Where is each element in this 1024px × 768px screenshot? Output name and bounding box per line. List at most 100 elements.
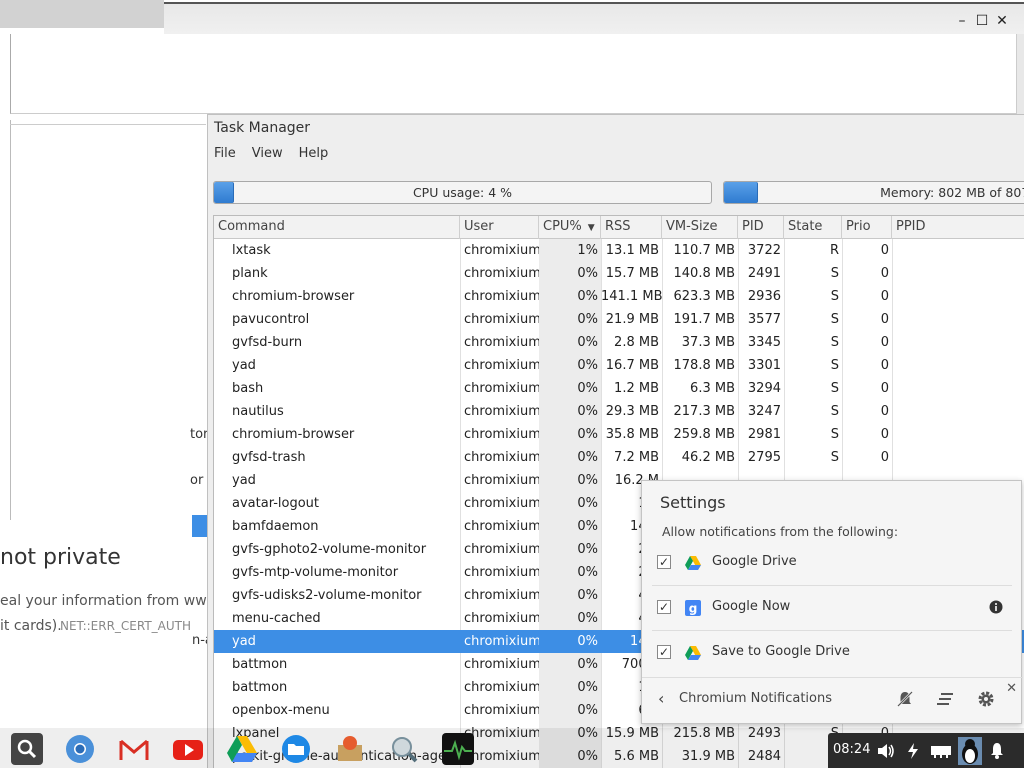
info-icon[interactable] bbox=[989, 600, 1003, 614]
minimize-icon[interactable]: – bbox=[953, 12, 971, 30]
background-window-content bbox=[10, 34, 1024, 114]
cell-user: chromixium bbox=[464, 657, 539, 672]
clear-all-icon[interactable] bbox=[936, 691, 954, 707]
search-tool-app-button[interactable] bbox=[388, 733, 420, 765]
package-manager-app-button[interactable] bbox=[334, 733, 366, 765]
notification-footer: ‹ Chromium Notifications bbox=[642, 677, 1021, 723]
background-window-titlebar[interactable]: – ☐ ✕ bbox=[164, 2, 1024, 34]
cell-cpu: 0% bbox=[577, 335, 598, 350]
menu-help[interactable]: Help bbox=[299, 146, 329, 161]
cell-command: yad bbox=[232, 634, 256, 649]
cell-cpu: 0% bbox=[577, 312, 598, 327]
cell-command: gvfs-mtp-volume-monitor bbox=[232, 565, 399, 580]
cell-cpu: 0% bbox=[577, 519, 598, 534]
cell-user: chromixium bbox=[464, 450, 539, 465]
search-icon bbox=[17, 739, 37, 759]
table-row[interactable]: chromium-browser chromixium 0% 35.8 MB 259.8… bbox=[214, 423, 1024, 446]
cell-cpu: 0% bbox=[577, 404, 598, 419]
item-label: Google Drive bbox=[712, 554, 797, 569]
cell-rss: 16.7 MB bbox=[605, 358, 659, 373]
notification-item-save-to-drive[interactable]: ✓ Save to Google Drive bbox=[652, 632, 1012, 676]
maximize-icon[interactable]: ☐ bbox=[973, 12, 991, 30]
cell-vm-size: 178.8 MB bbox=[673, 358, 735, 373]
column-pid[interactable]: PID bbox=[738, 216, 784, 239]
cell-cpu: 0% bbox=[577, 588, 598, 603]
power-plug-icon[interactable] bbox=[906, 742, 920, 760]
table-row[interactable]: plank chromixium 0% 15.7 MB 140.8 MB 2491 S 0 bbox=[214, 262, 1024, 285]
cell-user: chromixium bbox=[464, 496, 539, 511]
gmail-app-button[interactable] bbox=[118, 733, 150, 765]
chromium-app-button[interactable] bbox=[64, 733, 96, 765]
cell-rss: 1.2 MB bbox=[614, 381, 659, 396]
cell-cpu: 0% bbox=[577, 657, 598, 672]
column-cpu[interactable]: CPU% ▼ bbox=[539, 216, 601, 239]
table-row[interactable]: chromium-browser chromixium 0% 141.1 MB 623.… bbox=[214, 285, 1024, 308]
table-row[interactable]: nautilus chromixium 0% 29.3 MB 217.3 MB 3247 S… bbox=[214, 400, 1024, 423]
cell-vm-size: 6.3 MB bbox=[690, 381, 735, 396]
notification-item-google-drive[interactable]: ✓ Google Drive bbox=[652, 542, 1012, 586]
column-command[interactable]: Command bbox=[214, 216, 460, 239]
error-text: it cards). bbox=[0, 618, 62, 634]
cell-state: S bbox=[830, 358, 839, 373]
back-chevron-icon[interactable]: ‹ bbox=[658, 689, 664, 708]
cell-user: chromixium bbox=[464, 473, 539, 488]
table-row[interactable]: yad chromixium 0% 16.7 MB 178.8 MB 3301 S 0 bbox=[214, 354, 1024, 377]
column-prio[interactable]: Prio bbox=[842, 216, 892, 239]
background-window-scrollbar[interactable] bbox=[1016, 34, 1024, 114]
cell-pid: 3247 bbox=[747, 404, 781, 419]
launcher-search-button[interactable] bbox=[11, 733, 43, 765]
table-row[interactable]: lxtask chromixium 1% 13.1 MB 110.7 MB 3722 R 0 bbox=[214, 239, 1024, 262]
cell-cpu: 0% bbox=[577, 427, 598, 442]
column-user[interactable]: User bbox=[460, 216, 539, 239]
cell-cpu: 0% bbox=[577, 473, 598, 488]
table-row[interactable]: gvfsd-burn chromixium 0% 2.8 MB 37.3 MB 3345 S… bbox=[214, 331, 1024, 354]
status-tray[interactable]: 08:24 bbox=[828, 733, 1024, 768]
table-row[interactable]: bash chromixium 0% 1.2 MB 6.3 MB 3294 S 0 bbox=[214, 377, 1024, 400]
table-row[interactable]: pavucontrol chromixium 0% 21.9 MB 191.7 MB 35… bbox=[214, 308, 1024, 331]
cell-command: yad bbox=[232, 358, 256, 373]
gear-icon[interactable] bbox=[976, 689, 996, 709]
menu-file[interactable]: File bbox=[214, 146, 236, 161]
activity-monitor-icon bbox=[444, 739, 472, 761]
google-drive-app-button[interactable] bbox=[226, 733, 258, 765]
cell-state: S bbox=[830, 450, 839, 465]
error-code: NET::ERR_CERT_AUTH bbox=[60, 619, 192, 633]
ssl-error-page: not private eal your information from ww… bbox=[0, 537, 207, 727]
notification-settings-popup[interactable]: Settings Allow notifications from the fo… bbox=[641, 480, 1023, 724]
files-app-button[interactable] bbox=[280, 733, 312, 765]
cell-state: S bbox=[830, 381, 839, 396]
column-rss[interactable]: RSS bbox=[601, 216, 662, 239]
cell-prio: 0 bbox=[880, 335, 889, 350]
task-manager-app-button[interactable] bbox=[442, 733, 474, 765]
column-ppid[interactable]: PPID bbox=[892, 216, 1024, 239]
cell-prio: 0 bbox=[880, 381, 889, 396]
volume-icon[interactable] bbox=[876, 742, 896, 760]
notification-bell-icon[interactable] bbox=[990, 742, 1004, 760]
table-header: Command User CPU% ▼ RSS VM-Size PID State… bbox=[214, 216, 1024, 239]
avatar[interactable] bbox=[958, 737, 982, 765]
clock[interactable]: 08:24 bbox=[833, 742, 870, 757]
cell-pid: 2795 bbox=[747, 450, 781, 465]
close-icon[interactable]: ✕ bbox=[993, 12, 1011, 30]
cell-user: chromixium bbox=[464, 611, 539, 626]
checkbox-google-now[interactable]: ✓ bbox=[657, 600, 671, 614]
partial-button[interactable] bbox=[192, 515, 207, 537]
checkbox-google-drive[interactable]: ✓ bbox=[657, 555, 671, 569]
cell-rss: 35.8 MB bbox=[605, 427, 659, 442]
youtube-app-button[interactable] bbox=[172, 733, 204, 765]
notification-item-google-now[interactable]: ✓ g Google Now bbox=[652, 587, 1012, 631]
column-vm-size[interactable]: VM-Size bbox=[662, 216, 738, 239]
column-state[interactable]: State bbox=[784, 216, 842, 239]
network-icon[interactable] bbox=[930, 743, 952, 759]
table-row[interactable]: gvfsd-trash chromixium 0% 7.2 MB 46.2 MB 2795… bbox=[214, 446, 1024, 469]
cell-pid: 3722 bbox=[747, 243, 781, 258]
footer-label[interactable]: Chromium Notifications bbox=[679, 691, 832, 706]
do-not-disturb-bell-icon[interactable] bbox=[896, 690, 914, 708]
cell-pid: 2981 bbox=[747, 427, 781, 442]
checkbox-save-to-drive[interactable]: ✓ bbox=[657, 645, 671, 659]
cell-vm-size: 37.3 MB bbox=[681, 335, 735, 350]
cell-prio: 0 bbox=[880, 450, 889, 465]
cell-cpu: 0% bbox=[577, 289, 598, 304]
menu-view[interactable]: View bbox=[252, 146, 283, 161]
cell-command: gvfs-udisks2-volume-monitor bbox=[232, 588, 422, 603]
